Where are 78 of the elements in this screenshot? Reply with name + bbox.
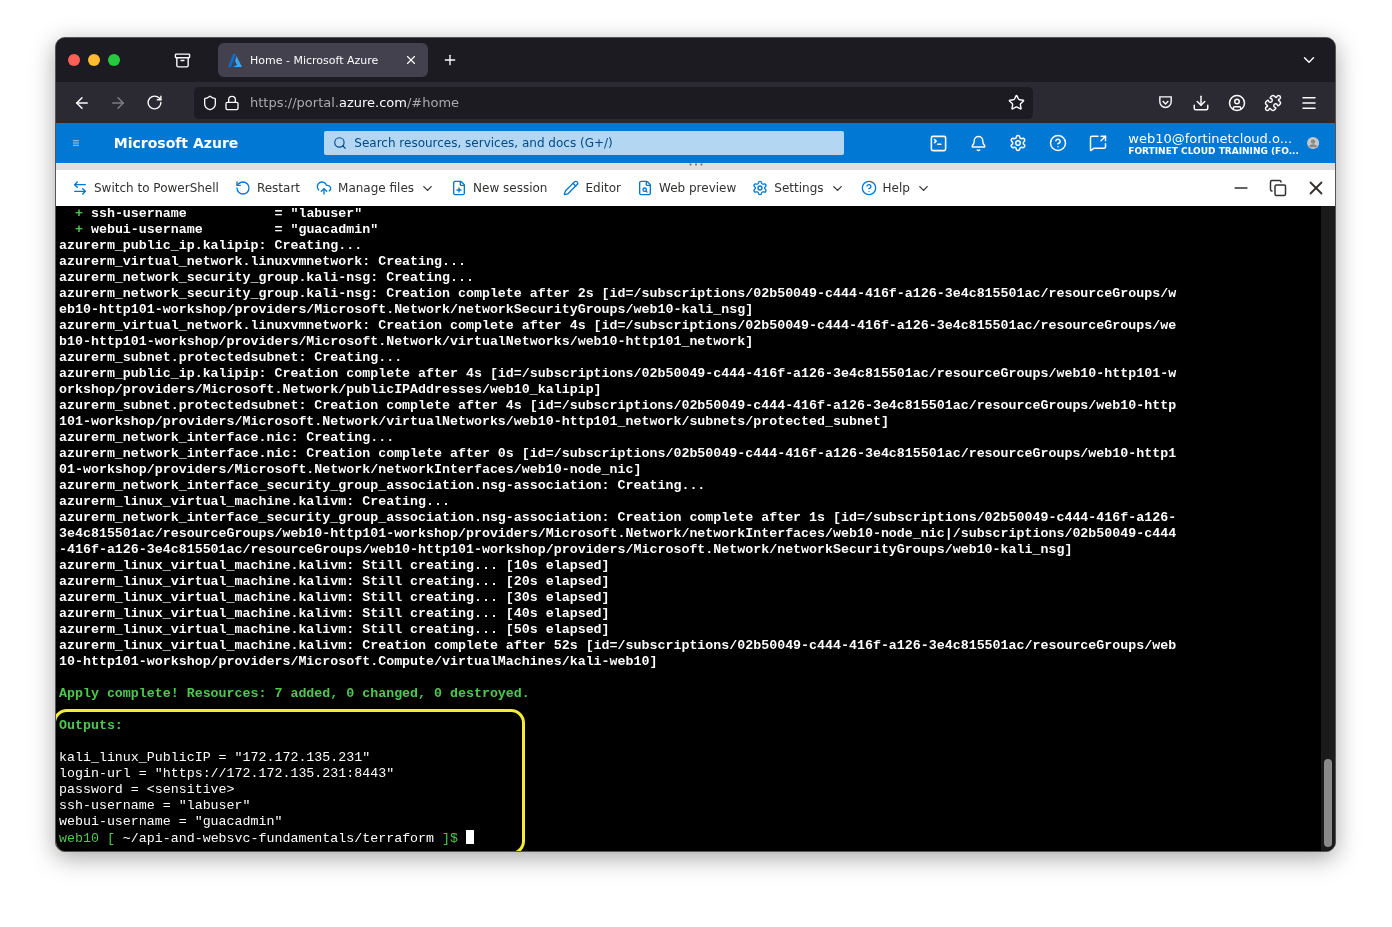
terminal-line: orkshop/providers/Microsoft.Network/publicIPAddresses/web10_kalipip] — [59, 382, 602, 397]
pencil-icon — [563, 180, 580, 196]
terminal-line: azurerm_virtual_network.linuxvmnetwork: Creating... — [59, 254, 466, 269]
account-email[interactable]: web10@fortinetcloud.o... — [1128, 130, 1293, 146]
terminal-line: webui-username = "guacadmin" — [59, 814, 283, 829]
terminal-line: kali_linux_PublicIP = "172.172.135.231" — [59, 750, 371, 765]
cloud-upload-icon — [316, 180, 333, 196]
toolbar-button[interactable]: Restart — [226, 174, 309, 202]
new-file-icon — [451, 180, 468, 196]
plus-sign: + — [74, 222, 83, 237]
prompt-path: ~/api-and-websvc-fundamentals/terraform — [122, 831, 435, 846]
terminal-line: 3e4c815501ac/resourceGroups/web10-http101-workshop/providers/Microsoft.Network/networkInterfaces/web10-node_nic|/subscriptions/02b50049-c444 — [59, 526, 1177, 541]
toolbar-button[interactable]: Help — [852, 174, 939, 202]
terminal-line: azurerm_linux_virtual_machine.kalivm: Creating... — [59, 494, 450, 509]
terminal-line: azurerm_virtual_network.linuxvmnetwork: Creation complete after 4s [id=/subscriptions/02b50049-c444-416f-a126-3e4c815501ac/resourceGroups/we — [59, 318, 1177, 333]
search-icon — [333, 136, 348, 150]
terminal-line: ssh-username = "labuser" — [59, 798, 251, 813]
shield-icon — [202, 94, 218, 111]
terminal-line: azurerm_network_interface.nic: Creation complete after 0s [id=/subscriptions/02b50049-c444-416f-a126-3e4c815501ac/resourceGroups/web10-http1 — [59, 446, 1177, 461]
swap-arrows-icon — [72, 180, 88, 196]
settings-icon — [752, 180, 769, 196]
terminal-line: azurerm_network_security_group.kali-nsg: Creating... — [59, 270, 474, 285]
terminal-line: b10-http101-workshop/providers/Microsoft.Network/virtualNetworks/web10-http101_network] — [59, 334, 754, 349]
toolbar-button[interactable]: Web preview — [629, 174, 745, 202]
help-icon — [860, 180, 877, 196]
terminal-line: azurerm_public_ip.kalipip: Creating... — [59, 238, 363, 253]
terminal-line: 10-http101-workshop/providers/Microsoft.Compute/virtualMachines/kali-web10] — [59, 654, 658, 669]
zoom-window-button[interactable] — [108, 54, 120, 66]
prompt-user: web10 — [59, 831, 99, 846]
plus-sign: + — [74, 206, 83, 221]
terminal-line: Outputs: — [59, 718, 123, 733]
drag-handle-icon[interactable] — [688, 163, 703, 166]
terminal-line: eb10-http101-workshop/providers/Microsoft.Network/networkSecurityGroups/web10-kali_nsg] — [59, 302, 754, 317]
terminal-line: azurerm_network_interface_security_group_association.nsg-association: Creating... — [59, 478, 706, 493]
terminal-line: login-url = "https://172.172.135.231:8443" — [59, 766, 395, 781]
toolbar-button[interactable]: Editor — [555, 174, 629, 202]
terminal-line: Apply complete! Resources: 7 added, 0 changed, 0 destroyed. — [59, 686, 530, 701]
address-bar[interactable]: https://portal.azure.com/#home — [194, 86, 1033, 119]
toolbar-button[interactable]: Switch to PowerShell — [64, 174, 227, 202]
tab-title: Home - Microsoft Azure — [250, 53, 380, 67]
azure-logo-icon — [228, 53, 242, 67]
restart-icon — [234, 180, 251, 196]
terminal-line: azurerm_subnet.protectedsubnet: Creating... — [59, 350, 403, 365]
bookmark-star-icon[interactable] — [1008, 94, 1025, 111]
terminal-line: azurerm_linux_virtual_machine.kalivm: Still creating... [20s elapsed] — [59, 574, 610, 589]
minimize-window-button[interactable] — [88, 54, 100, 66]
file-search-icon — [637, 180, 653, 196]
close-tab-icon[interactable] — [404, 53, 418, 67]
terminal-line: azurerm_linux_virtual_machine.kalivm: Still creating... [10s elapsed] — [59, 558, 610, 573]
toolbar-button[interactable]: New session — [443, 174, 556, 202]
portal-brand[interactable]: Microsoft Azure — [113, 135, 239, 151]
account-tenant: FORTINET CLOUD TRAINING (FO... — [1128, 145, 1299, 156]
prompt-symbol: ]$ — [442, 831, 458, 846]
prompt-bracket: [ — [106, 831, 115, 846]
terminal-line: webui-username = "guacadmin" — [90, 222, 379, 237]
toolbar-button[interactable]: Settings — [744, 174, 853, 202]
terminal-line: 01-workshop/providers/Microsoft.Network/networkInterfaces/web10-node_nic] — [59, 462, 642, 477]
terminal-line: 101-workshop/providers/Microsoft.Network/virtualNetworks/web10-http101_network/subnets/protected_subnet] — [59, 414, 889, 429]
search-field[interactable]: Search resources, services, and docs (G+/) — [324, 131, 845, 155]
toolbar-button[interactable]: Manage files — [308, 174, 444, 202]
terminal-line: azurerm_linux_virtual_machine.kalivm: Still creating... [40s elapsed] — [59, 606, 610, 621]
terminal-line: azurerm_network_security_group.kali-nsg: Creation complete after 2s [id=/subscriptions/02b50049-c444-416f-a126-3e4c815501ac/resourceGroups/w — [59, 286, 1177, 301]
terminal-line: azurerm_linux_virtual_machine.kalivm: Still creating... [30s elapsed] — [59, 590, 610, 605]
terminal-line: ssh-username = "labuser" — [90, 206, 363, 221]
text-cursor — [466, 830, 474, 844]
lock-icon — [224, 94, 240, 111]
terminal-line: azurerm_network_interface.nic: Creating... — [59, 430, 395, 445]
terminal-line: azurerm_subnet.protectedsubnet: Creation complete after 4s [id=/subscriptions/02b50049-c444-416f-a126-3e4c815501ac/resourceGroups/web10-http — [59, 398, 1177, 413]
terminal-line: azurerm_linux_virtual_machine.kalivm: Still creating... [50s elapsed] — [59, 622, 610, 637]
close-window-button[interactable] — [68, 54, 80, 66]
terminal-line: -416f-a126-3e4c815501ac/resourceGroups/web10-http101-workshop/providers/Microsoft.Network/networkSecurityGroups/web10-kali_nsg] — [59, 542, 1073, 557]
restore-icon[interactable] — [1269, 179, 1287, 197]
terminal-line: azurerm_network_interface_security_group_association.nsg-association: Creation complete after 1s [id=/subscriptions/02b50049-c444-416f-a126- — [59, 510, 1177, 525]
terminal-line: azurerm_linux_virtual_machine.kalivm: Creation complete after 52s [id=/subscriptions/02b50049-c444-416f-a126-3e4c815501ac/resourceGroups/web — [59, 638, 1177, 653]
terminal-line: azurerm_public_ip.kalipip: Creation complete after 4s [id=/subscriptions/02b50049-c444-416f-a126-3e4c815501ac/resourceGroups/web10-http101-w — [59, 366, 1177, 381]
scrollbar[interactable] — [1321, 206, 1335, 851]
browser-tab[interactable]: Home - Microsoft Azure — [218, 43, 428, 77]
terminal-line: password = <sensitive> — [59, 782, 235, 797]
